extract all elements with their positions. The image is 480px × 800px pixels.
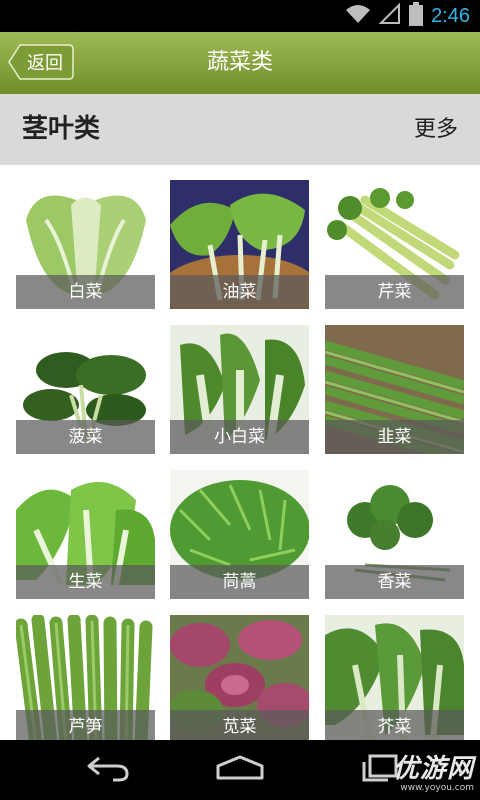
vegetable-label: 韭菜 [325,420,464,454]
vegetable-tile-jiecai[interactable]: 芥菜 [325,615,464,740]
clock: 2:46 [431,4,470,27]
vegetable-label: 芥菜 [325,710,464,740]
vegetable-tile-qincai[interactable]: 芹菜 [325,180,464,309]
nav-home-button[interactable] [190,740,290,800]
vegetable-label: 生菜 [16,565,155,599]
vegetable-tile-baicai[interactable]: 白菜 [16,180,155,309]
vegetable-label: 芹菜 [325,275,464,309]
vegetable-tile-xiancai[interactable]: 苋菜 [170,615,309,740]
signal-icon [378,2,401,29]
wifi-icon [345,3,371,29]
vegetable-tile-xiaobaicai[interactable]: 小白菜 [170,325,309,454]
home-icon [214,754,266,786]
more-link[interactable]: 更多 [414,94,458,165]
vegetable-label: 白菜 [16,275,155,309]
watermark: 优游网 www.yoyou.com [393,748,474,793]
vegetable-label: 茼蒿 [170,565,309,599]
vegetable-tile-shengcai[interactable]: 生菜 [16,470,155,599]
status-bar: 2:46 [0,0,480,32]
system-nav-bar: 优游网 www.yoyou.com [0,740,480,800]
vegetable-grid: 白菜 油菜 芹菜 菠菜 小白菜 韭菜 生菜 茼蒿 香菜 芦笋 苋菜 芥菜 [0,165,480,740]
vegetable-label: 香菜 [325,565,464,599]
back-label: 返回 [27,53,63,74]
vegetable-tile-bocai[interactable]: 菠菜 [16,325,155,454]
section-header: 茎叶类 更多 [0,94,480,165]
watermark-text: 优游网 [392,754,474,784]
vegetable-tile-youcai[interactable]: 油菜 [170,180,309,309]
vegetable-label: 油菜 [170,275,309,309]
vegetable-tile-lusun[interactable]: 芦笋 [16,615,155,740]
back-icon [83,754,131,786]
battery-icon [409,2,424,30]
vegetable-tile-xiangcai[interactable]: 香菜 [325,470,464,599]
vegetable-tile-jiucai[interactable]: 韭菜 [325,325,464,454]
vegetable-label: 小白菜 [170,420,309,454]
vegetable-label: 苋菜 [170,710,309,740]
vegetable-tile-tonghao[interactable]: 茼蒿 [170,470,309,599]
vegetable-label: 菠菜 [16,420,155,454]
vegetable-label: 芦笋 [16,710,155,740]
section-title: 茎叶类 [22,114,101,144]
nav-back-button[interactable] [57,740,157,800]
watermark-url: www.yoyou.com [400,783,474,793]
back-button[interactable]: 返回 [8,44,74,80]
app-header: 蔬菜类 返回 [0,32,480,95]
